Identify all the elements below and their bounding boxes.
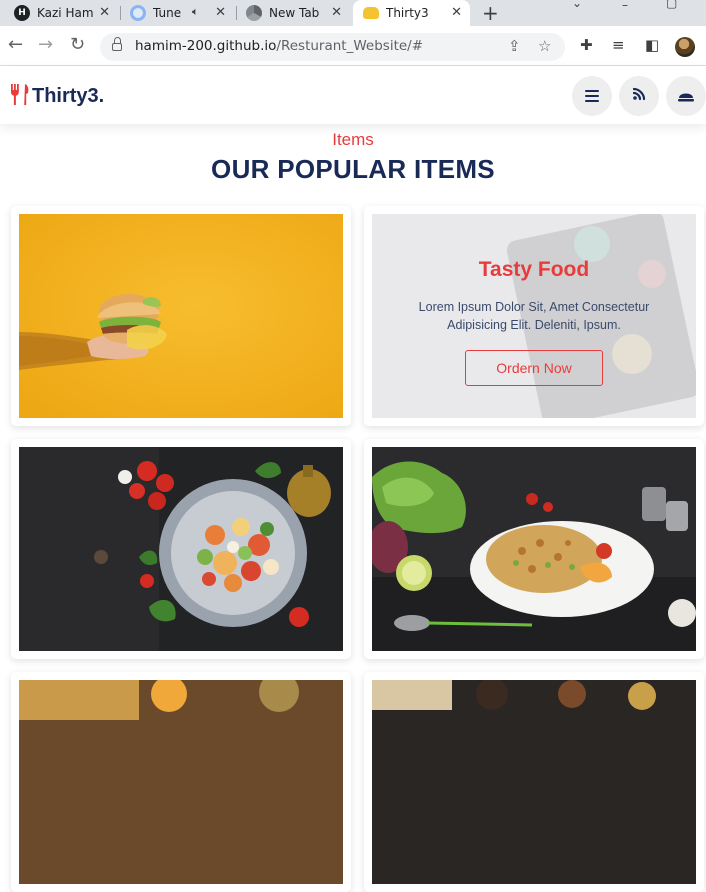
tab-title: Kazi Ham [37,6,94,20]
menu-button[interactable] [572,76,612,116]
promo-banner: Tasty Food Lorem Ipsum Dolor Sit, Amet C… [372,214,696,418]
promo-description: Lorem Ipsum Dolor Sit, Amet Consectetur … [418,300,650,332]
browser-tab-kazi[interactable]: H Kazi Ham ✕ [6,0,118,26]
browser-tab-new-tab[interactable]: New Tab ✕ [238,0,350,26]
address-bar[interactable]: hamim-200.github.io/Resturant_Website/# … [100,33,565,61]
tune-icon [130,5,146,21]
burger-photo [19,214,343,418]
close-icon[interactable]: ✕ [99,5,110,20]
chrome-icon [246,5,262,21]
share-icon[interactable]: ⇪ [508,37,521,55]
browser-toolbar: ← → ↻ hamim-200.github.io/Resturant_Webs… [0,26,706,66]
item-card[interactable] [11,439,351,659]
close-icon[interactable]: ✕ [215,5,226,20]
item-card[interactable] [11,672,351,892]
item-card[interactable] [364,439,704,659]
h-logo-icon: H [14,5,30,21]
item-card[interactable] [364,672,704,892]
search-button[interactable] [619,76,659,116]
section-heading: OUR POPULAR ITEMS [211,154,495,184]
burger-favicon-icon [363,7,379,19]
speaker-icon[interactable]: 🔈︎ [192,5,199,19]
profile-avatar[interactable] [675,37,695,57]
fried-rice-photo [372,447,696,651]
promo-title: Tasty Food [478,258,590,281]
site-logo[interactable]: Thirty3. [10,82,104,111]
cart-icon [678,87,694,106]
cart-button[interactable] [666,76,706,116]
browser-tab-thirty3[interactable]: Thirty3 ✕ [353,0,470,26]
close-icon[interactable]: ✕ [451,5,462,20]
bookmark-star-icon[interactable]: ☆ [538,37,551,55]
reload-icon[interactable]: ↻ [70,34,85,56]
hamburger-icon [585,87,599,106]
side-panel-icon[interactable]: ◧ [645,36,659,54]
maximize-icon[interactable]: ▢ [666,0,677,10]
new-tab-icon[interactable]: + [482,1,499,25]
chevron-down-icon[interactable]: ⌄ [572,0,582,10]
tab-title: New Tab [269,6,320,20]
close-icon[interactable]: ✕ [331,5,342,20]
browser-tab-bar: H Kazi Ham ✕ Tune 🔈︎ ✕ New Tab ✕ Thirty3… [0,0,706,26]
promo-card: Tasty Food Lorem Ipsum Dolor Sit, Amet C… [364,206,704,426]
tab-title: Tune [153,6,182,20]
minimize-icon[interactable]: – [622,0,628,12]
url-text[interactable]: hamim-200.github.io/Resturant_Website/# [135,38,423,54]
search-icon [631,86,647,106]
site-header: Thirty3. [0,66,706,124]
item-card[interactable] [11,206,351,426]
food-photo [372,680,696,884]
back-arrow-icon[interactable]: ← [8,34,23,56]
utensils-icon [10,82,30,111]
section-sub-heading: Items [332,130,374,149]
extensions-puzzle-icon[interactable]: ✚ [580,36,593,54]
order-now-button[interactable]: Ordern Now [465,350,603,386]
logo-text: Thirty3. [32,85,105,107]
food-photo [19,680,343,884]
tab-title: Thirty3 [386,6,429,20]
media-playlist-icon[interactable]: ≡ [612,36,625,54]
forward-arrow-icon[interactable]: → [38,34,53,56]
lock-icon [112,37,122,51]
pasta-photo [19,447,343,651]
browser-tab-tune[interactable]: Tune 🔈︎ ✕ [122,0,234,26]
